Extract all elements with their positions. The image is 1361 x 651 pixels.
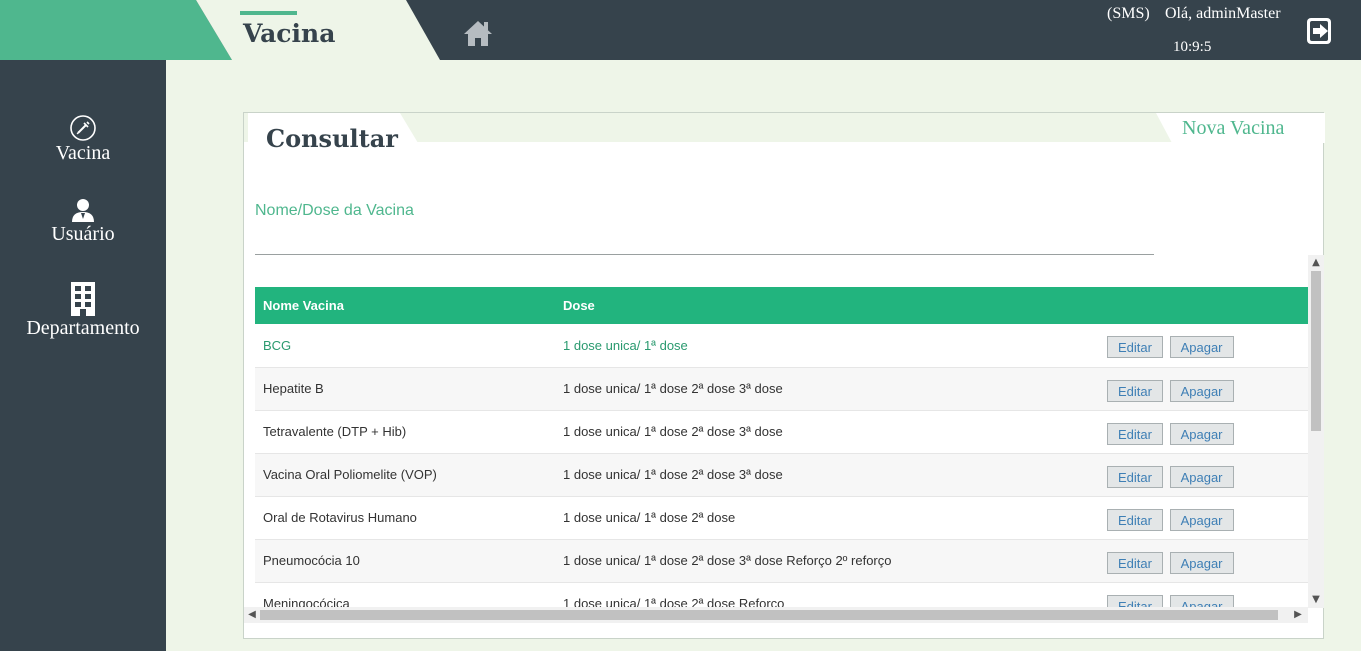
horizontal-scrollbar[interactable]: ◀ ▶ bbox=[244, 607, 1308, 623]
table-row[interactable]: Meningocócica 1 dose unica/ 1ª dose 2ª d… bbox=[255, 582, 1308, 608]
session-time: 10:9:5 bbox=[1173, 39, 1212, 55]
home-icon[interactable] bbox=[463, 19, 493, 47]
vaccine-dose: 1 dose unica/ 1ª dose 2ª dose 3ª dose bbox=[563, 381, 783, 396]
vaccine-dose: 1 dose unica/ 1ª dose 2ª dose 3ª dose bbox=[563, 467, 783, 482]
building-icon bbox=[71, 282, 95, 316]
delete-button[interactable]: Apagar bbox=[1169, 422, 1234, 445]
vaccine-name: Oral de Rotavirus Humano bbox=[263, 510, 417, 525]
vaccine-dose: 1 dose unica/ 1ª dose 2ª dose Reforço bbox=[563, 596, 785, 608]
content-panel: Consultar Nova Vacina Nome/Dose da Vacin… bbox=[243, 112, 1325, 639]
vaccine-name: Pneumocócia 10 bbox=[263, 553, 360, 568]
column-header-name: Nome Vacina bbox=[263, 298, 344, 313]
vaccine-dose: 1 dose unica/ 1ª dose 2ª dose 3ª dose Re… bbox=[563, 553, 892, 568]
sidebar-item-usuario[interactable]: Usuário bbox=[0, 197, 166, 246]
column-header-actions bbox=[1091, 287, 1308, 324]
sidebar: Vacina Usuário Departamento bbox=[0, 60, 166, 651]
edit-button[interactable]: Editar bbox=[1107, 508, 1163, 531]
org-label: (SMS) bbox=[1107, 5, 1150, 22]
sidebar-item-label: Vacina bbox=[55, 142, 111, 164]
sidebar-item-departamento[interactable]: Departamento bbox=[0, 281, 166, 340]
column-header-dose: Dose bbox=[563, 298, 595, 313]
scroll-left-arrow-icon[interactable]: ◀ bbox=[244, 607, 260, 623]
user-icon bbox=[72, 199, 94, 222]
delete-button[interactable]: Apagar bbox=[1169, 594, 1234, 608]
row-actions: Editar Apagar bbox=[1091, 453, 1308, 496]
table-header-row: Nome Vacina Dose bbox=[255, 287, 1308, 324]
edit-button[interactable]: Editar bbox=[1107, 594, 1163, 608]
row-actions: Editar Apagar bbox=[1091, 324, 1308, 367]
table-row[interactable]: BCG 1 dose unica/ 1ª dose Editar Apagar bbox=[255, 324, 1308, 367]
sidebar-item-label: Usuário bbox=[51, 223, 115, 245]
table-row[interactable]: Pneumocócia 10 1 dose unica/ 1ª dose 2ª … bbox=[255, 539, 1308, 582]
vaccine-name: Vacina Oral Poliomelite (VOP) bbox=[263, 467, 437, 482]
edit-button[interactable]: Editar bbox=[1107, 465, 1163, 488]
vaccine-name: Tetravalente (DTP + Hib) bbox=[263, 424, 407, 439]
edit-button[interactable]: Editar bbox=[1107, 422, 1163, 445]
search-label: Nome/Dose da Vacina bbox=[255, 202, 414, 219]
logout-icon[interactable] bbox=[1306, 17, 1334, 45]
vertical-scroll-thumb[interactable] bbox=[1311, 271, 1321, 431]
row-actions: Editar Apagar bbox=[1091, 496, 1308, 539]
syringe-icon bbox=[70, 115, 96, 141]
vaccine-dose: 1 dose unica/ 1ª dose 2ª dose bbox=[563, 510, 736, 525]
edit-button[interactable]: Editar bbox=[1107, 336, 1163, 359]
vaccine-dose: 1 dose unica/ 1ª dose 2ª dose 3ª dose bbox=[563, 424, 783, 439]
user-greeting: Olá, adminMaster bbox=[1165, 5, 1281, 22]
delete-button[interactable]: Apagar bbox=[1169, 465, 1234, 488]
edit-button[interactable]: Editar bbox=[1107, 551, 1163, 574]
horizontal-scroll-thumb[interactable] bbox=[260, 610, 1278, 620]
scroll-right-arrow-icon[interactable]: ▶ bbox=[1290, 607, 1306, 623]
table-row[interactable]: Tetravalente (DTP + Hib) 1 dose unica/ 1… bbox=[255, 410, 1308, 453]
vaccine-name: BCG bbox=[263, 337, 292, 353]
delete-button[interactable]: Apagar bbox=[1169, 379, 1234, 402]
delete-button[interactable]: Apagar bbox=[1169, 551, 1234, 574]
vaccine-table-container: Nome Vacina Dose BCG 1 dose unica/ 1ª do… bbox=[255, 287, 1308, 608]
sidebar-item-vacina[interactable]: Vacina bbox=[0, 114, 166, 165]
vaccine-name: Meningocócica bbox=[263, 596, 350, 608]
vaccine-dose: 1 dose unica/ 1ª dose bbox=[563, 337, 688, 353]
edit-button[interactable]: Editar bbox=[1107, 379, 1163, 402]
header-accent-bar bbox=[240, 11, 297, 15]
vaccine-name: Hepatite B bbox=[263, 381, 324, 396]
tab-nova-vacina-label[interactable]: Nova Vacina bbox=[1182, 117, 1284, 140]
scroll-up-arrow-icon[interactable]: ▲ bbox=[1308, 255, 1324, 271]
scroll-down-arrow-icon[interactable]: ▼ bbox=[1308, 592, 1324, 608]
table-row[interactable]: Oral de Rotavirus Humano 1 dose unica/ 1… bbox=[255, 496, 1308, 539]
row-actions: Editar Apagar bbox=[1091, 582, 1308, 608]
delete-button[interactable]: Apagar bbox=[1169, 336, 1234, 359]
vaccine-table: Nome Vacina Dose BCG 1 dose unica/ 1ª do… bbox=[255, 287, 1308, 608]
tab-consultar-label[interactable]: Consultar bbox=[266, 124, 398, 153]
row-actions: Editar Apagar bbox=[1091, 539, 1308, 582]
search-input[interactable] bbox=[255, 228, 1154, 255]
table-row[interactable]: Hepatite B 1 dose unica/ 1ª dose 2ª dose… bbox=[255, 367, 1308, 410]
top-header: Vacina (SMS) Olá, adminMaster 10:9:5 bbox=[0, 0, 1361, 60]
row-actions: Editar Apagar bbox=[1091, 367, 1308, 410]
sidebar-item-label: Departamento bbox=[26, 317, 140, 339]
page-title: Vacina bbox=[243, 19, 336, 48]
delete-button[interactable]: Apagar bbox=[1169, 508, 1234, 531]
vertical-scrollbar[interactable]: ▲ ▼ bbox=[1308, 255, 1324, 608]
table-row[interactable]: Vacina Oral Poliomelite (VOP) 1 dose uni… bbox=[255, 453, 1308, 496]
row-actions: Editar Apagar bbox=[1091, 410, 1308, 453]
header-brand-band bbox=[0, 0, 232, 60]
